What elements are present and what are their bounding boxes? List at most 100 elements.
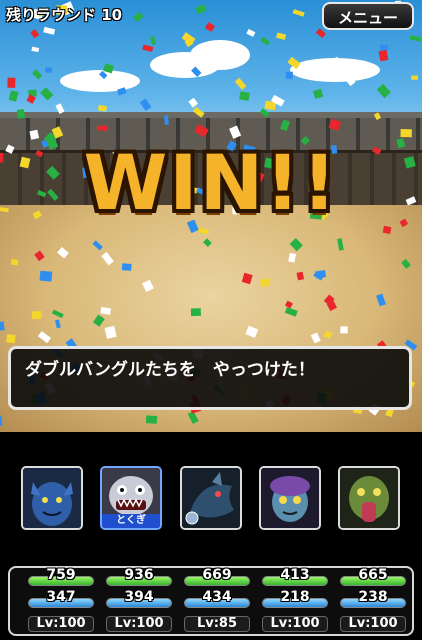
confetti-piece — [16, 109, 25, 119]
confetti-piece — [133, 11, 144, 23]
party-member-status-1: 759 347 Lv:100 — [28, 567, 94, 634]
confetti-piece — [287, 56, 301, 70]
party-member-status-5: 665 238 Lv:100 — [340, 567, 406, 634]
confetti-piece — [328, 57, 340, 67]
confetti-piece — [284, 307, 298, 317]
confetti-piece — [142, 279, 154, 292]
confetti-piece — [411, 75, 418, 80]
confetti-piece — [40, 87, 54, 101]
confetti-piece — [241, 272, 253, 285]
confetti-piece — [190, 308, 201, 317]
confetti-piece — [382, 225, 392, 235]
menu-button[interactable]: メニュー — [322, 2, 414, 30]
confetti-piece — [142, 44, 154, 52]
win-title: WIN!! — [0, 138, 422, 227]
dark-dragon-portrait-icon — [182, 468, 240, 528]
confetti-piece — [379, 44, 389, 51]
confetti-piece — [280, 119, 291, 132]
confetti-piece — [145, 415, 158, 424]
confetti-piece — [195, 4, 207, 15]
confetti-piece — [116, 87, 127, 96]
confetti-piece — [7, 77, 16, 88]
party-member-status-3: 669 434 Lv:85 — [184, 567, 250, 634]
confetti-piece — [55, 103, 65, 114]
confetti-piece — [239, 91, 250, 101]
hp-value: 936 — [124, 567, 154, 583]
confetti-piece — [32, 69, 43, 80]
confetti-piece — [401, 258, 411, 269]
level-label: Lv:100 — [106, 616, 172, 632]
confetti-piece — [376, 83, 391, 99]
confetti-piece — [121, 263, 132, 271]
confetti-piece — [260, 278, 271, 288]
confetti-piece — [197, 227, 209, 235]
confetti-piece — [400, 128, 412, 138]
confetti-piece — [289, 237, 303, 252]
confetti-piece — [259, 108, 270, 118]
confetti-piece — [194, 124, 209, 138]
confetti-piece — [328, 118, 342, 131]
party-status-panel: 759 347 Lv:100 936 394 Lv:100 669 434 Lv… — [8, 566, 414, 636]
confetti-piece — [0, 415, 3, 426]
confetti-piece — [8, 90, 19, 102]
confetti-piece — [285, 71, 293, 79]
confetti-piece — [203, 238, 212, 247]
hp-value: 669 — [202, 567, 232, 583]
confetti-piece — [39, 270, 53, 282]
hp-value: 759 — [46, 567, 76, 583]
mp-value: 347 — [46, 589, 76, 605]
confetti-piece — [345, 75, 356, 87]
party-member-portrait-3[interactable] — [180, 466, 242, 530]
confetti-piece — [373, 112, 382, 121]
confetti-piece — [340, 326, 348, 334]
confetti-piece — [337, 238, 344, 251]
confetti-piece — [92, 314, 105, 327]
confetti-piece — [246, 28, 256, 37]
party-member-portrait-4[interactable] — [259, 466, 321, 530]
confetti-piece — [292, 9, 305, 17]
confetti-piece — [34, 250, 45, 262]
confetti-piece — [315, 28, 326, 39]
confetti-piece — [10, 258, 19, 266]
confetti-piece — [92, 240, 103, 251]
confetti-piece — [100, 307, 112, 315]
hp-value: 665 — [358, 567, 388, 583]
confetti-piece — [97, 125, 108, 131]
level-label: Lv:100 — [28, 616, 94, 632]
level-label: Lv:100 — [340, 616, 406, 632]
confetti-piece — [45, 67, 53, 73]
confetti-piece — [234, 77, 247, 90]
party-member-portrait-2[interactable]: とくぎ — [100, 466, 162, 530]
confetti-piece — [229, 125, 242, 139]
confetti-piece — [188, 97, 199, 108]
confetti-piece — [37, 331, 51, 344]
mp-value: 394 — [124, 589, 154, 605]
confetti-piece — [103, 63, 114, 74]
level-label: Lv:100 — [262, 616, 328, 632]
confetti-piece — [191, 66, 202, 78]
confetti-piece — [204, 22, 216, 33]
confetti-piece — [98, 70, 108, 80]
confetti-piece — [245, 325, 259, 338]
confetti-piece — [260, 36, 271, 46]
confetti-piece — [376, 293, 386, 307]
confetti-piece — [192, 106, 205, 118]
confetti-piece — [43, 26, 56, 35]
green-beast-portrait-icon — [340, 468, 398, 528]
confetti-piece — [288, 252, 297, 263]
party-member-portrait-5[interactable] — [338, 466, 400, 530]
party-member-status-4: 413 218 Lv:100 — [262, 567, 328, 634]
confetti-piece — [296, 271, 305, 281]
confetti-piece — [6, 334, 16, 344]
confetti-piece — [276, 32, 287, 40]
confetti-piece — [31, 311, 42, 320]
confetti-piece — [55, 319, 61, 329]
mp-value: 434 — [202, 589, 232, 605]
battle-message-box[interactable]: ダブルバングルたちを やっつけた！ — [8, 346, 412, 410]
confetti-piece — [378, 49, 389, 62]
confetti-piece — [164, 115, 169, 125]
party-portraits: とくぎ — [0, 466, 422, 536]
level-label: Lv:85 — [184, 616, 250, 632]
party-member-portrait-1[interactable] — [21, 466, 83, 530]
remaining-rounds-label: 残りラウンド 10 — [6, 6, 123, 24]
